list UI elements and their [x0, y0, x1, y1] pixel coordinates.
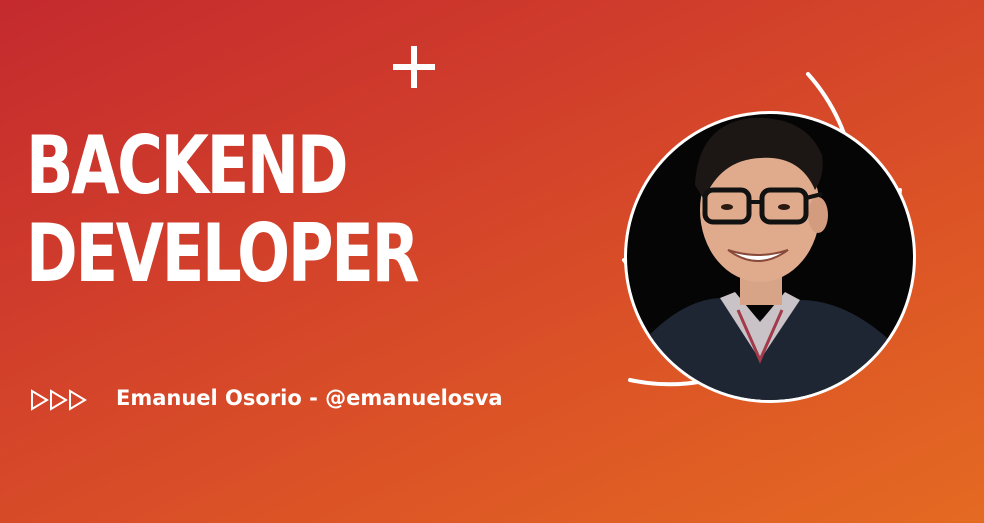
- author-name: Emanuel Osorio - @emanuelosva: [116, 386, 503, 410]
- headline-line-1: BACKEND: [26, 119, 349, 212]
- triple-play-arrows-icon: [31, 389, 87, 411]
- profile-photo: [622, 72, 916, 403]
- headline-line-2: DEVELOPER: [26, 207, 420, 300]
- banner: BACKEND DEVELOPER Emanuel Osorio - @eman…: [0, 0, 984, 523]
- person-avatar: [627, 114, 913, 400]
- plus-icon: [393, 46, 435, 88]
- headline: BACKEND DEVELOPER: [26, 119, 420, 300]
